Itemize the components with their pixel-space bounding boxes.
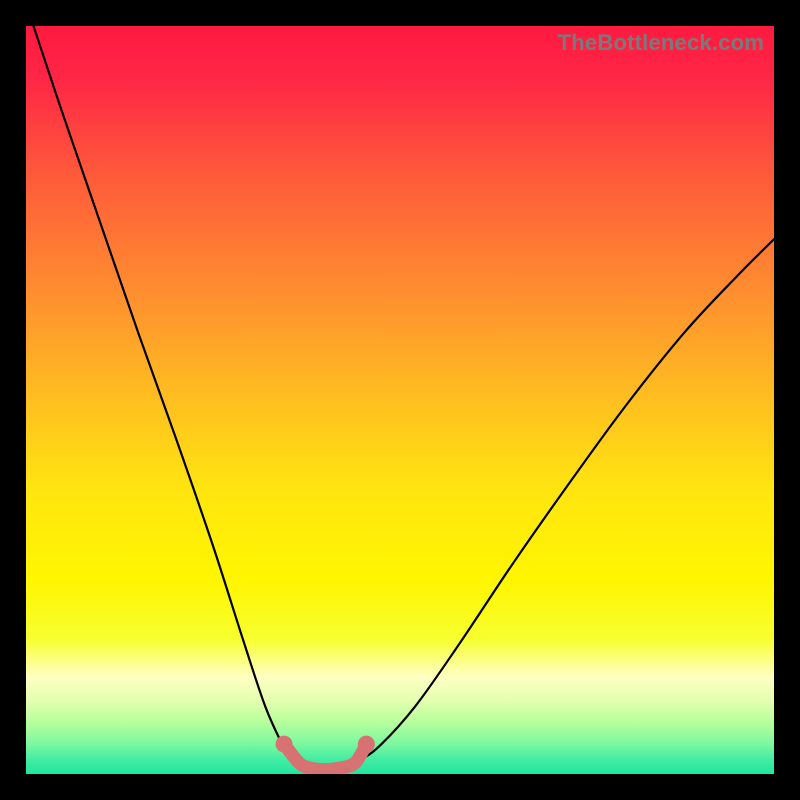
plot-area: TheBottleneck.com xyxy=(26,26,774,774)
outer-frame: TheBottleneck.com xyxy=(0,0,800,800)
chart-svg xyxy=(26,26,774,774)
gradient-background xyxy=(26,26,774,774)
watermark-text: TheBottleneck.com xyxy=(558,30,764,56)
series-valley-highlight-marker xyxy=(358,736,375,753)
series-valley-highlight-marker xyxy=(276,736,293,753)
